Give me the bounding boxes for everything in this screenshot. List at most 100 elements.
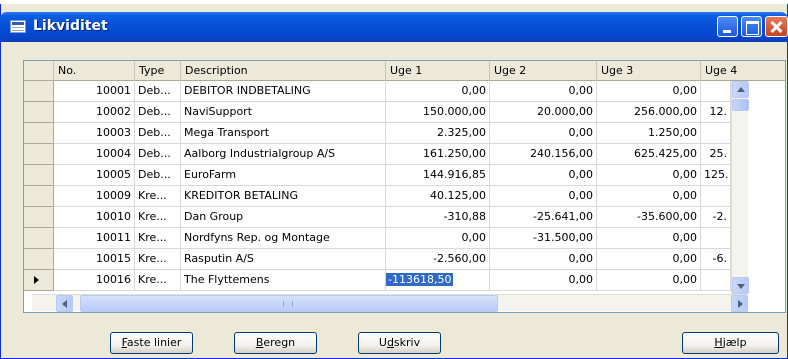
cell-uge1[interactable]: -113618,50 <box>386 270 490 291</box>
cell-type[interactable]: Kre... <box>135 186 181 207</box>
close-button[interactable] <box>765 16 788 37</box>
cell-uge2[interactable]: 0,00 <box>490 270 597 291</box>
cell-uge3[interactable]: 0,00 <box>597 186 701 207</box>
cell-uge3[interactable]: 0,00 <box>597 249 701 270</box>
cell-type[interactable]: Deb... <box>135 81 181 102</box>
cell-uge2[interactable]: 20.000,00 <box>490 102 597 123</box>
cell-uge1[interactable]: 144.916,85 <box>386 165 490 186</box>
cell-description[interactable]: KREDITOR BETALING <box>181 186 386 207</box>
cell-description[interactable]: EuroFarm <box>181 165 386 186</box>
cell-description[interactable]: Nordfyns Rep. og Montage <box>181 228 386 249</box>
beregn-button[interactable]: Beregn <box>234 332 317 354</box>
row-selector[interactable] <box>24 249 54 270</box>
cell-uge2[interactable]: -31.500,00 <box>490 228 597 249</box>
column-header-no[interactable]: No. <box>54 61 135 81</box>
cell-type[interactable]: Deb... <box>135 144 181 165</box>
cell-uge1[interactable]: 0,00 <box>386 228 490 249</box>
cell-uge1[interactable]: -2.560,00 <box>386 249 490 270</box>
cell-no[interactable]: 10001 <box>54 81 135 102</box>
cell-description[interactable]: Mega Transport <box>181 123 386 144</box>
cell-uge4[interactable] <box>701 81 731 102</box>
cell-description[interactable]: Rasputin A/S <box>181 249 386 270</box>
table-row[interactable]: 10004 Deb... Aalborg Industrialgroup A/S 16… <box>24 144 785 165</box>
row-selector[interactable] <box>24 228 54 249</box>
cell-type[interactable]: Kre... <box>135 207 181 228</box>
cell-uge3[interactable]: 0,00 <box>597 165 701 186</box>
cell-no[interactable]: 10002 <box>54 102 135 123</box>
scroll-down-button[interactable] <box>732 277 749 294</box>
cell-uge3[interactable]: 0,00 <box>597 81 701 102</box>
cell-uge2[interactable]: 240.156,00 <box>490 144 597 165</box>
cell-type[interactable]: Kre... <box>135 228 181 249</box>
cell-uge1[interactable]: 40.125,00 <box>386 186 490 207</box>
table-row[interactable]: 10010 Kre... Dan Group -310,88 -25.641,00 -35… <box>24 207 785 228</box>
column-header-description[interactable]: Description <box>181 61 386 81</box>
table-row[interactable]: 10009 Kre... KREDITOR BETALING 40.125,00 0,0… <box>24 186 785 207</box>
cell-type[interactable]: Kre... <box>135 270 181 291</box>
cell-no[interactable]: 10005 <box>54 165 135 186</box>
column-header-uge4[interactable]: Uge 4 <box>701 61 785 81</box>
cell-uge1[interactable]: 2.325,00 <box>386 123 490 144</box>
column-header-uge3[interactable]: Uge 3 <box>597 61 701 81</box>
cell-uge3[interactable]: 256.000,00 <box>597 102 701 123</box>
row-selector[interactable] <box>24 144 54 165</box>
table-row[interactable]: 10003 Deb... Mega Transport 2.325,00 0,00 1.2… <box>24 123 785 144</box>
cell-uge1[interactable]: 150.000,00 <box>386 102 490 123</box>
faste-linier-button[interactable]: Faste linier <box>110 332 193 354</box>
row-selector[interactable] <box>24 165 54 186</box>
cell-type[interactable]: Deb... <box>135 123 181 144</box>
scroll-right-button[interactable] <box>731 295 748 312</box>
cell-uge2[interactable]: 0,00 <box>490 249 597 270</box>
cell-description[interactable]: The Flyttemens <box>181 270 386 291</box>
cell-type[interactable]: Kre... <box>135 249 181 270</box>
cell-uge4[interactable]: 25. <box>701 144 731 165</box>
cell-no[interactable]: 10009 <box>54 186 135 207</box>
scroll-left-button[interactable] <box>56 295 73 312</box>
cell-description[interactable]: NaviSupport <box>181 102 386 123</box>
row-selector[interactable] <box>24 123 54 144</box>
cell-no[interactable]: 10016 <box>54 270 135 291</box>
cell-no[interactable]: 10003 <box>54 123 135 144</box>
cell-type[interactable]: Deb... <box>135 102 181 123</box>
cell-uge3[interactable]: 1.250,00 <box>597 123 701 144</box>
table-row[interactable]: 10002 Deb... NaviSupport 150.000,00 20.000,0… <box>24 102 785 123</box>
title-bar[interactable]: Likviditet <box>0 12 788 42</box>
cell-no[interactable]: 10010 <box>54 207 135 228</box>
cell-uge1[interactable]: 161.250,00 <box>386 144 490 165</box>
cell-uge2[interactable]: 0,00 <box>490 165 597 186</box>
cell-uge4[interactable]: 12. <box>701 102 731 123</box>
table-row[interactable]: 10001 Deb... DEBITOR INDBETALING 0,00 0,00 0,… <box>24 81 785 102</box>
cell-uge2[interactable]: 0,00 <box>490 123 597 144</box>
column-header-uge2[interactable]: Uge 2 <box>490 61 597 81</box>
row-selector[interactable] <box>24 102 54 123</box>
row-selector[interactable] <box>24 186 54 207</box>
cell-no[interactable]: 10015 <box>54 249 135 270</box>
cell-uge3[interactable]: 625.425,00 <box>597 144 701 165</box>
selected-cell-value[interactable]: -113618,50 <box>386 273 454 286</box>
cell-no[interactable]: 10011 <box>54 228 135 249</box>
udskriv-button[interactable]: Udskriv <box>358 332 441 354</box>
row-selector[interactable] <box>24 81 54 102</box>
cell-uge2[interactable]: 0,00 <box>490 186 597 207</box>
column-header-type[interactable]: Type <box>135 61 181 81</box>
maximize-button[interactable] <box>741 16 762 37</box>
cell-description[interactable]: Dan Group <box>181 207 386 228</box>
cell-uge4[interactable]: -2. <box>701 207 731 228</box>
cell-description[interactable]: Aalborg Industrialgroup A/S <box>181 144 386 165</box>
cell-uge3[interactable]: -35.600,00 <box>597 207 701 228</box>
cell-type[interactable]: Deb... <box>135 165 181 186</box>
table-row[interactable]: 10015 Kre... Rasputin A/S -2.560,00 0,00 0,00… <box>24 249 785 270</box>
table-row[interactable]: 10005 Deb... EuroFarm 144.916,85 0,00 0,00 125… <box>24 165 785 186</box>
cell-uge3[interactable]: 0,00 <box>597 228 701 249</box>
minimize-button[interactable] <box>717 16 738 37</box>
cell-uge1[interactable]: 0,00 <box>386 81 490 102</box>
vertical-scrollbar[interactable] <box>731 81 749 294</box>
cell-uge4[interactable] <box>701 270 731 291</box>
cell-uge4[interactable] <box>701 186 731 207</box>
scroll-up-button[interactable] <box>732 81 749 98</box>
column-header-uge1[interactable]: Uge 1 <box>386 61 490 81</box>
cell-uge4[interactable] <box>701 228 731 249</box>
cell-no[interactable]: 10004 <box>54 144 135 165</box>
hjaelp-button[interactable]: Hjælp <box>682 332 779 354</box>
cell-uge2[interactable]: -25.641,00 <box>490 207 597 228</box>
